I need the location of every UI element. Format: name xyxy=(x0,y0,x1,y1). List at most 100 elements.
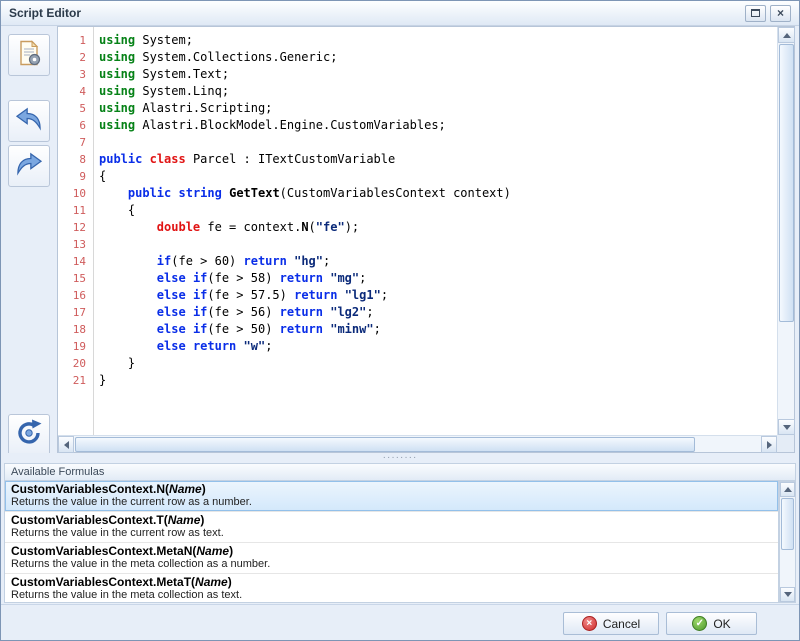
line-number: 14 xyxy=(58,253,93,270)
arrow-down-icon xyxy=(784,592,792,597)
code-line[interactable]: double fe = context.N("fe"); xyxy=(99,219,776,236)
formula-description: Returns the value in the meta collection… xyxy=(11,558,772,571)
code-line[interactable]: using Alastri.Scripting; xyxy=(99,100,776,117)
ok-button[interactable]: ✓ OK xyxy=(666,612,757,635)
compile-script-button[interactable] xyxy=(8,414,50,456)
horizontal-scroll-thumb[interactable] xyxy=(75,437,695,452)
splitter-grip-icon: ········ xyxy=(383,455,418,461)
scroll-left-button[interactable] xyxy=(58,436,74,453)
code-line[interactable]: { xyxy=(99,168,776,185)
editor-horizontal-scrollbar[interactable] xyxy=(58,435,777,452)
formula-item[interactable]: CustomVariablesContext.MetaT(Name)Return… xyxy=(5,574,778,603)
formula-scroll-up-button[interactable] xyxy=(780,482,795,497)
line-number: 12 xyxy=(58,219,93,236)
code-line[interactable]: else if(fe > 50) return "minw"; xyxy=(99,321,776,338)
close-icon: × xyxy=(777,7,784,19)
formula-title: CustomVariablesContext.MetaT(Name) xyxy=(11,575,772,589)
scroll-right-button[interactable] xyxy=(761,436,777,453)
cancel-button[interactable]: × Cancel xyxy=(563,612,659,635)
window-title: Script Editor xyxy=(9,6,81,20)
line-number: 13 xyxy=(58,236,93,253)
script-editor-window: Script Editor × xyxy=(0,0,800,641)
code-line[interactable]: else if(fe > 57.5) return "lg1"; xyxy=(99,287,776,304)
formula-list-scrollbar[interactable] xyxy=(779,481,796,603)
line-number: 10 xyxy=(58,185,93,202)
titlebar[interactable]: Script Editor × xyxy=(1,1,799,26)
code-line[interactable]: else if(fe > 56) return "lg2"; xyxy=(99,304,776,321)
window-controls: × xyxy=(741,5,791,22)
code-line[interactable]: public class Parcel : ITextCustomVariabl… xyxy=(99,151,776,168)
code-line[interactable]: } xyxy=(99,355,776,372)
undo-button[interactable] xyxy=(8,100,50,142)
redo-arrow-icon xyxy=(14,152,44,181)
code-line[interactable]: if(fe > 60) return "hg"; xyxy=(99,253,776,270)
undo-arrow-icon xyxy=(14,107,44,136)
maximize-icon xyxy=(751,9,760,17)
redo-button[interactable] xyxy=(8,145,50,187)
formula-description: Returns the value in the current row as … xyxy=(11,527,772,540)
line-number: 6 xyxy=(58,117,93,134)
arrow-down-icon xyxy=(783,425,791,430)
editor-vertical-scrollbar[interactable] xyxy=(777,27,794,435)
formula-scroll-thumb[interactable] xyxy=(781,498,794,550)
scroll-down-button[interactable] xyxy=(778,419,795,435)
line-number: 15 xyxy=(58,270,93,287)
left-toolbar xyxy=(1,26,57,453)
code-line[interactable]: else if(fe > 58) return "mg"; xyxy=(99,270,776,287)
code-line[interactable]: public string GetText(CustomVariablesCon… xyxy=(99,185,776,202)
code-line[interactable]: using Alastri.BlockModel.Engine.CustomVa… xyxy=(99,117,776,134)
code-line[interactable]: using System.Text; xyxy=(99,66,776,83)
formula-item[interactable]: CustomVariablesContext.T(Name)Returns th… xyxy=(5,512,778,543)
footer-bar: × Cancel ✓ OK xyxy=(1,604,799,640)
maximize-button[interactable] xyxy=(745,5,766,22)
script-properties-button[interactable] xyxy=(8,34,50,76)
close-button[interactable]: × xyxy=(770,5,791,22)
ok-icon: ✓ xyxy=(692,616,707,631)
code-line[interactable]: } xyxy=(99,372,776,389)
line-numbers: 123456789101112131415161718192021 xyxy=(58,27,94,435)
splitter[interactable]: ········ xyxy=(1,453,799,463)
code-lines[interactable]: using System;using System.Collections.Ge… xyxy=(99,32,776,434)
arrow-left-icon xyxy=(64,441,69,449)
line-number: 7 xyxy=(58,134,93,151)
code-line[interactable]: using System.Linq; xyxy=(99,83,776,100)
formula-description: Returns the value in the meta collection… xyxy=(11,589,772,602)
code-line[interactable]: using System; xyxy=(99,32,776,49)
formula-list: CustomVariablesContext.N(Name)Returns th… xyxy=(4,481,779,603)
line-number: 11 xyxy=(58,202,93,219)
line-number: 3 xyxy=(58,66,93,83)
line-number: 4 xyxy=(58,83,93,100)
code-line[interactable] xyxy=(99,134,776,151)
formula-scroll-down-button[interactable] xyxy=(780,587,795,602)
code-editor[interactable]: 123456789101112131415161718192021 using … xyxy=(57,26,795,453)
available-formulas-header: Available Formulas xyxy=(4,463,796,481)
formula-item[interactable]: CustomVariablesContext.MetaN(Name)Return… xyxy=(5,543,778,574)
ok-button-label: OK xyxy=(713,617,730,631)
code-line[interactable]: else return "w"; xyxy=(99,338,776,355)
available-formulas-label: Available Formulas xyxy=(11,466,104,478)
line-number: 2 xyxy=(58,49,93,66)
code-line[interactable] xyxy=(99,236,776,253)
line-number: 20 xyxy=(58,355,93,372)
formula-description: Returns the value in the current row as … xyxy=(11,496,772,509)
line-number: 9 xyxy=(58,168,93,185)
line-number: 8 xyxy=(58,151,93,168)
line-number: 1 xyxy=(58,32,93,49)
vertical-scroll-thumb[interactable] xyxy=(779,44,794,322)
arrow-up-icon xyxy=(784,487,792,492)
formula-item[interactable]: CustomVariablesContext.N(Name)Returns th… xyxy=(5,481,778,512)
arrow-up-icon xyxy=(783,33,791,38)
formula-title: CustomVariablesContext.T(Name) xyxy=(11,513,772,527)
compile-refresh-icon xyxy=(15,419,43,452)
line-number: 5 xyxy=(58,100,93,117)
line-number: 16 xyxy=(58,287,93,304)
cancel-icon: × xyxy=(582,616,597,631)
formula-title: CustomVariablesContext.N(Name) xyxy=(11,482,772,496)
line-number: 17 xyxy=(58,304,93,321)
code-line[interactable]: using System.Collections.Generic; xyxy=(99,49,776,66)
document-gear-icon xyxy=(15,39,43,72)
line-number: 21 xyxy=(58,372,93,389)
code-line[interactable]: { xyxy=(99,202,776,219)
scroll-up-button[interactable] xyxy=(778,27,795,43)
arrow-right-icon xyxy=(767,441,772,449)
